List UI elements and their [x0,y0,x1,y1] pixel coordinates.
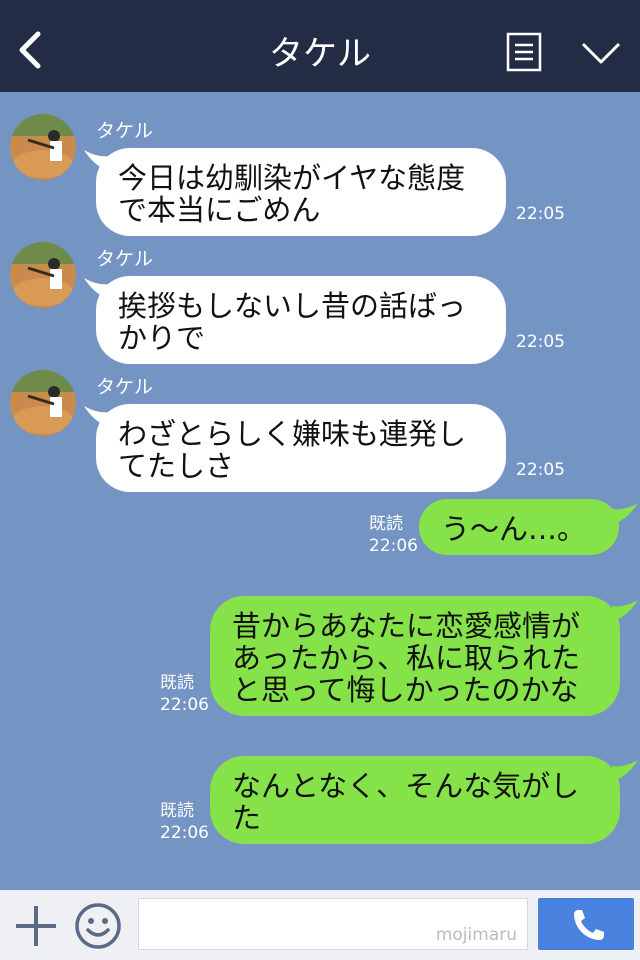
sender-name: タケル [96,120,154,142]
read-label: 既読 [369,514,403,534]
avatar-photo-icon [10,370,76,436]
message-bubble-outgoing[interactable]: なんとなく、そんな気がした [210,756,620,844]
read-status: 既読 22:06 [369,513,418,557]
message-time: 22:05 [516,332,565,352]
chat-header: タケル [0,0,640,92]
chevron-down-icon [581,42,621,64]
call-button[interactable] [538,898,634,950]
read-status: 既読 22:06 [160,672,209,716]
back-button[interactable] [14,30,48,70]
bubble-tail-icon [612,760,638,782]
plus-icon [16,906,56,946]
emoji-icon [75,903,121,949]
bubble-tail-icon [612,600,638,622]
message-time: 22:05 [516,204,565,224]
collapse-button[interactable] [580,40,622,66]
chat-title: タケル [269,34,371,74]
chat-area[interactable]: タケル 今日は幼馴染がイヤな態度で本当にごめん 22:05 タケル 挨拶もしない… [0,92,640,890]
read-status: 既読 22:06 [160,800,209,844]
avatar-photo-icon [10,242,76,308]
menu-list-icon [506,32,542,72]
message-time: 22:05 [516,460,565,480]
menu-button[interactable] [506,32,542,72]
message-bubble-incoming[interactable]: 今日は幼馴染がイヤな態度で本当にごめん [96,148,506,236]
read-label: 既読 [160,801,194,821]
avatar[interactable] [10,242,76,308]
avatar[interactable] [10,370,76,436]
message-time: 22:06 [369,536,418,556]
phone-icon [574,910,604,940]
message-time: 22:06 [160,695,209,715]
message-input[interactable]: mojimaru [138,898,528,950]
message-time: 22:06 [160,823,209,843]
message-bubble-outgoing[interactable]: う～ん…。 [419,499,619,555]
back-arrow-icon [19,31,41,69]
bubble-tail-icon [612,503,638,525]
message-bubble-incoming[interactable]: 挨拶もしないし昔の話ばっかりで [96,276,506,364]
emoji-button[interactable] [74,902,122,950]
avatar-photo-icon [10,114,76,180]
add-button[interactable] [14,904,58,948]
sender-name: タケル [96,248,154,270]
sender-name: タケル [96,376,154,398]
avatar[interactable] [10,114,76,180]
watermark-text: mojimaru [435,925,517,945]
message-bubble-incoming[interactable]: わざとらしく嫌味も連発してたしさ [96,404,506,492]
read-label: 既読 [160,673,194,693]
message-bubble-outgoing[interactable]: 昔からあなたに恋愛感情があったから、私に取られたと思って悔しかったのかな [210,596,620,716]
